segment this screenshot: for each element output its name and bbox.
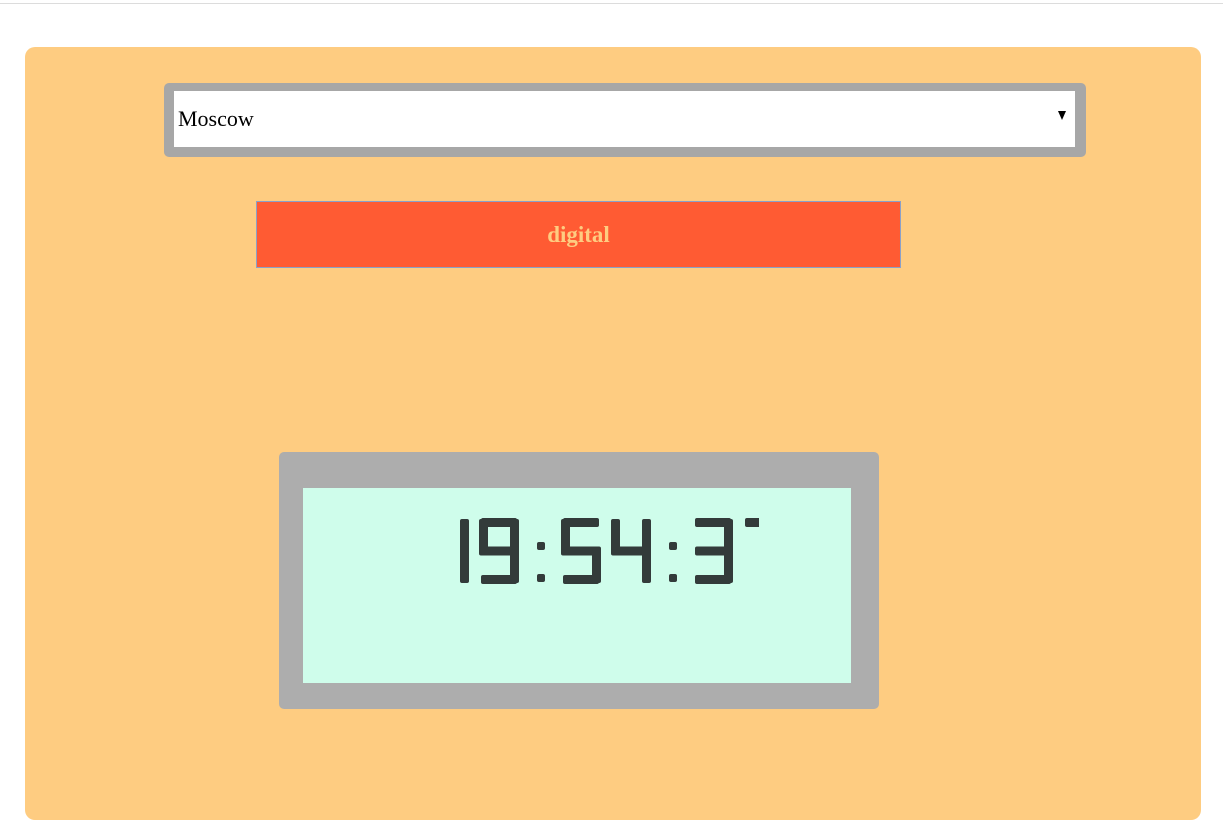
main-panel: Moscow digital 19:54:37 — [25, 47, 1201, 820]
clock-frame: 19:54:37 — [279, 452, 879, 709]
clock-digit — [611, 519, 651, 583]
clock-digit — [479, 518, 519, 584]
clock-digit — [460, 519, 469, 583]
dropdown-arrow-icon — [1058, 111, 1066, 120]
clock-digit — [695, 518, 733, 584]
top-divider — [0, 3, 1223, 4]
clock-mode-label: digital — [547, 221, 610, 247]
clock-mode-button[interactable]: digital — [256, 201, 901, 268]
clock-colon — [537, 542, 545, 582]
clock-digit — [745, 518, 759, 527]
digital-clock-display: 19:54:37 — [460, 518, 759, 584]
city-select[interactable]: Moscow — [174, 91, 1075, 147]
city-select-value: Moscow — [178, 106, 254, 131]
city-select-frame: Moscow — [164, 83, 1086, 157]
clock-colon — [669, 542, 677, 582]
clock-digit — [561, 518, 601, 584]
clock-screen: 19:54:37 — [303, 488, 851, 683]
